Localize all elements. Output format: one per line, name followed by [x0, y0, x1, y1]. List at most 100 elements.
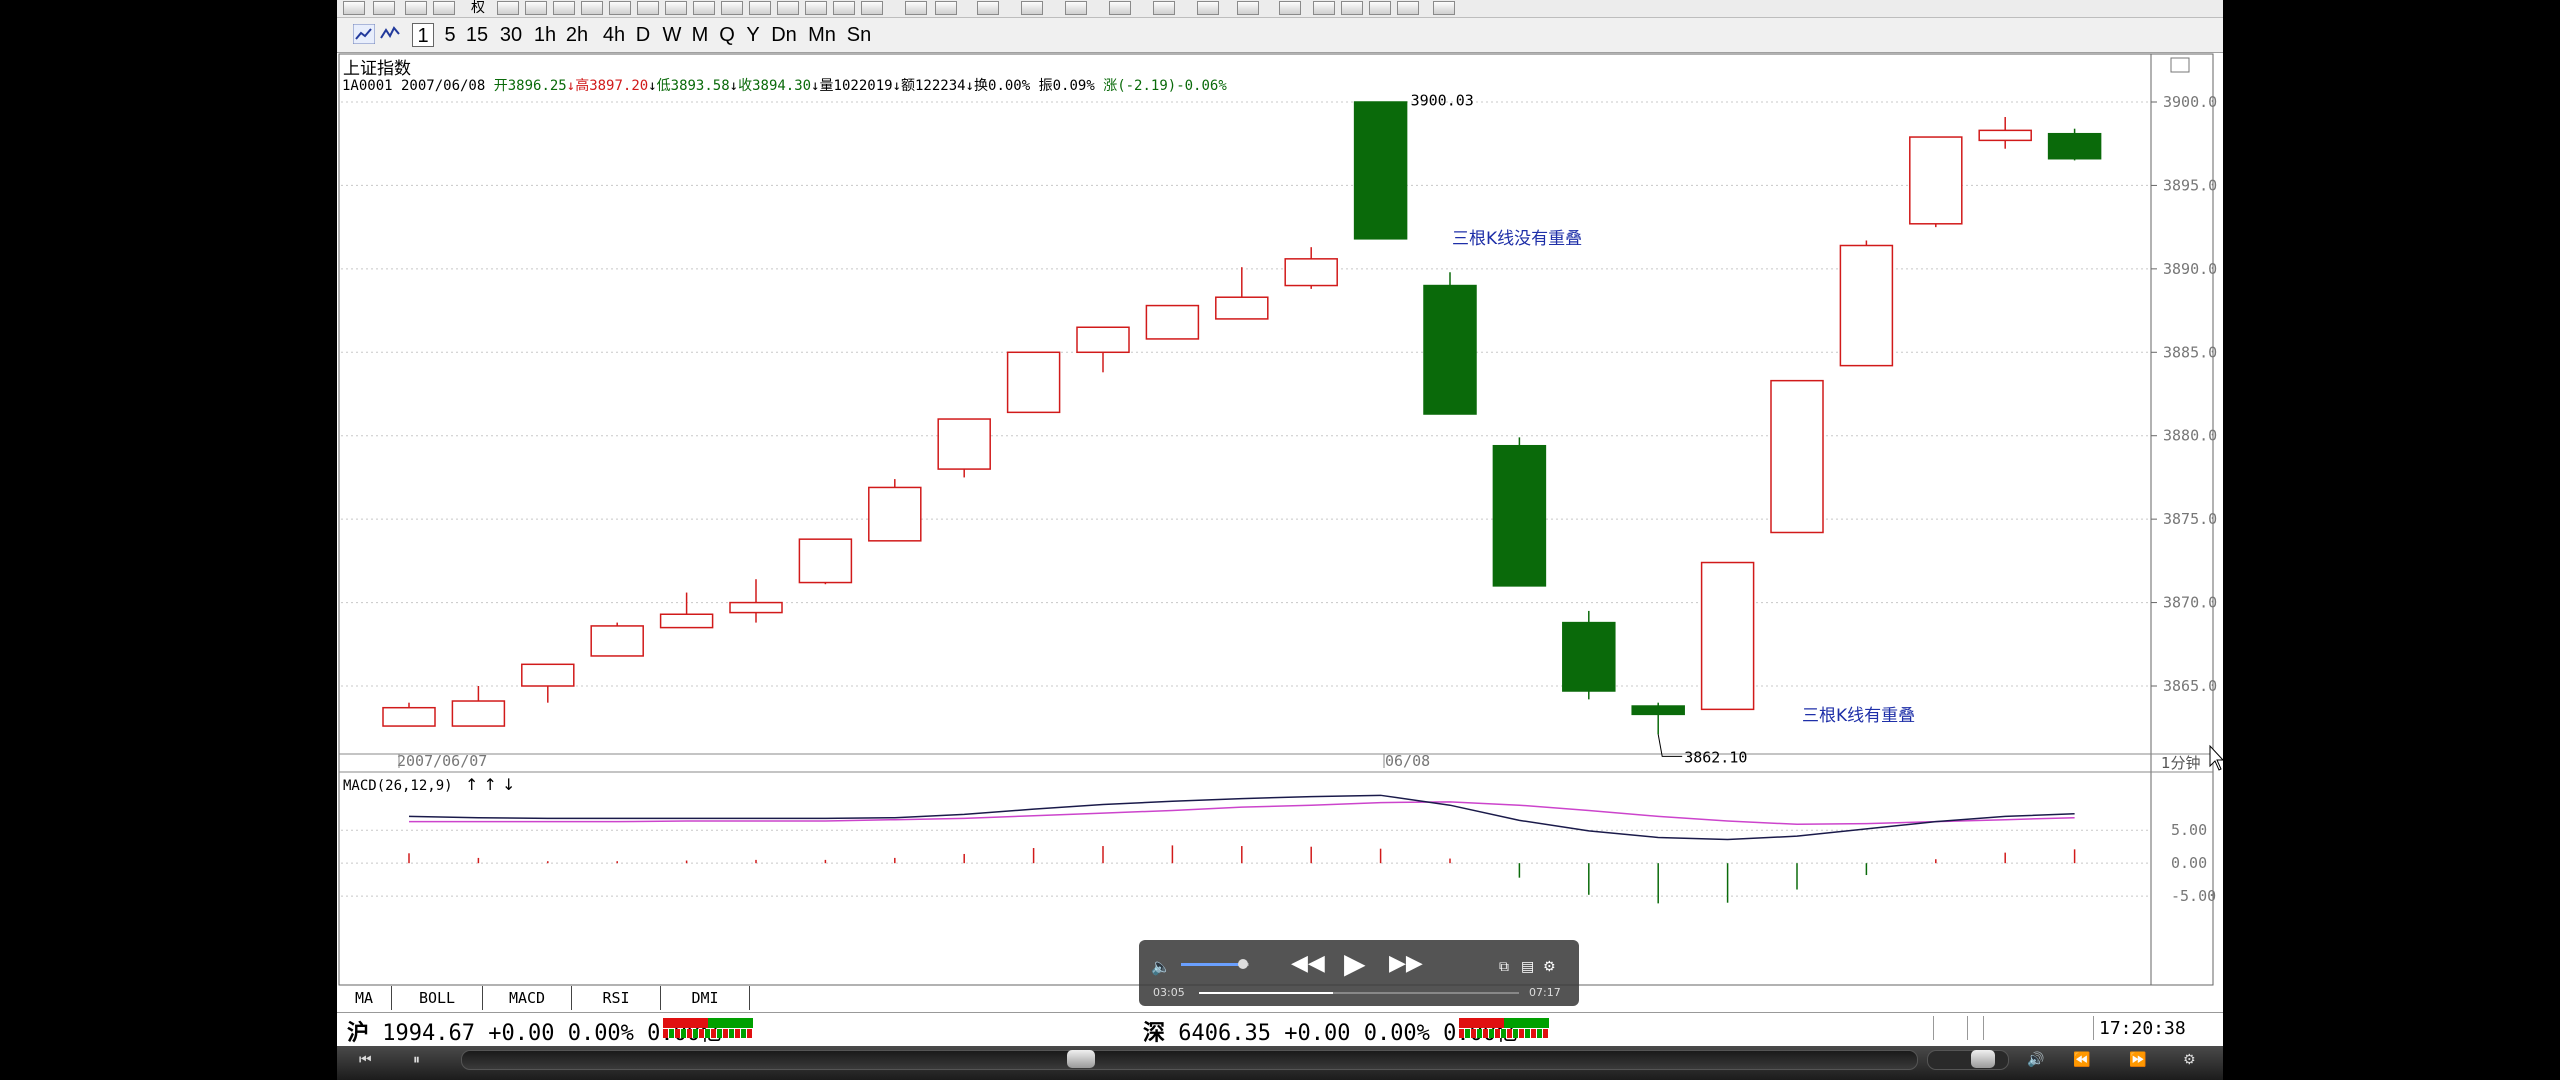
rewind-icon[interactable]: ⏪	[2073, 1052, 2090, 1068]
lock-icon[interactable]	[1369, 1, 1391, 15]
stack-icon[interactable]	[525, 1, 547, 15]
period-button-15[interactable]: 15	[462, 23, 492, 47]
period-button-y[interactable]: Y	[742, 23, 764, 47]
rewind-icon[interactable]: ◀◀	[1291, 953, 1325, 975]
speaker-icon[interactable]: 🔊	[2027, 1052, 2044, 1068]
tab-rsi[interactable]: RSI	[572, 986, 661, 1010]
text-icon[interactable]	[1279, 1, 1301, 15]
chart-icon[interactable]	[373, 1, 395, 15]
seek-track[interactable]	[461, 1050, 1918, 1070]
line-icon[interactable]	[935, 1, 957, 15]
tab-ma[interactable]: MA	[337, 986, 392, 1010]
candle-21	[1770, 379, 1824, 534]
cube-icon[interactable]	[609, 1, 631, 15]
price-chart[interactable]: 3900.0 3895.0 3890.0 3885.0 3880.0 3875.0 3870…	[337, 52, 2223, 987]
clock: 17:20:38	[2099, 1018, 2186, 1039]
code-date: 1A0001 2007/06/08	[342, 78, 486, 94]
period-button-d[interactable]: D	[632, 23, 654, 47]
period-button-30[interactable]: 30	[495, 23, 527, 47]
rights-menu[interactable]: 权	[471, 0, 485, 16]
layout-icon[interactable]	[833, 1, 855, 15]
file-icon[interactable]	[581, 1, 603, 15]
candle-body	[1423, 284, 1477, 415]
candle-body	[1770, 379, 1824, 534]
cursor-icon[interactable]	[905, 1, 927, 15]
period-button-q[interactable]: Q	[716, 23, 738, 47]
grid-icon[interactable]	[749, 1, 771, 15]
tab-dmi[interactable]: DMI	[661, 986, 750, 1010]
down-arrow-icon: ↓	[965, 78, 975, 94]
color-icon[interactable]	[497, 1, 519, 15]
macd-tick-label: -5.00	[2171, 887, 2216, 905]
period-button-w[interactable]: W	[660, 23, 684, 47]
candle-body	[1839, 244, 1894, 367]
tab-macd[interactable]: MACD	[483, 986, 572, 1010]
circle-icon[interactable]	[1237, 1, 1259, 15]
fast-forward-icon[interactable]: ⏩	[2129, 1052, 2146, 1068]
player-volume-knob[interactable]	[1238, 959, 1248, 969]
bell-icon[interactable]	[665, 1, 687, 15]
period-button-mn[interactable]: Mn	[804, 23, 840, 47]
period-label: 1分钟	[2161, 754, 2201, 772]
candle-body	[1284, 258, 1338, 287]
seek-handle[interactable]	[1067, 1050, 1095, 1068]
table-icon[interactable]	[777, 1, 799, 15]
brush-icon[interactable]	[1341, 1, 1363, 15]
skip-back-icon[interactable]: ⏮	[359, 1052, 372, 1068]
plus-icon[interactable]	[405, 1, 427, 15]
volume-track[interactable]	[1927, 1050, 2009, 1070]
chapters-icon[interactable]: ▤	[1521, 956, 1534, 978]
window-icon[interactable]	[805, 1, 827, 15]
channel-icon[interactable]	[1153, 1, 1175, 15]
candle-chart-icon[interactable]	[353, 24, 375, 44]
down-arrow-icon: ↓	[811, 78, 820, 94]
period-button-5[interactable]: 5	[440, 23, 460, 47]
period-button-dn[interactable]: Dn	[769, 23, 799, 47]
open-icon[interactable]	[343, 1, 365, 15]
status-divider	[1983, 1016, 1984, 1040]
pip-icon[interactable]: ⧉	[1499, 956, 1509, 978]
trend-icon[interactable]	[1065, 1, 1087, 15]
candle-body	[729, 601, 783, 614]
candle-6	[729, 579, 783, 623]
tools-icon[interactable]	[637, 1, 659, 15]
high-marker-label: 3900.03	[1411, 91, 1474, 109]
candle-body	[798, 538, 853, 584]
rectangle-icon[interactable]	[1197, 1, 1219, 15]
pause-icon[interactable]: ⏸	[413, 1052, 420, 1068]
period-button-1[interactable]: 1	[412, 23, 434, 47]
hline-icon[interactable]	[977, 1, 999, 15]
tab-boll[interactable]: BOLL	[392, 986, 483, 1010]
fast-forward-icon[interactable]: ▶▶	[1389, 953, 1423, 975]
price-tick-label: 3895.0	[2163, 176, 2217, 194]
gear-icon[interactable]: ⚙	[1543, 956, 1556, 978]
period-button-m[interactable]: M	[689, 23, 711, 47]
settings-icon[interactable]: ⚙	[2183, 1052, 2196, 1068]
period-button-sn[interactable]: Sn	[844, 23, 874, 47]
fan-icon[interactable]	[1109, 1, 1131, 15]
screen-icon[interactable]	[861, 1, 883, 15]
down-arrow-icon: ↓	[892, 78, 901, 94]
period-button-1h[interactable]: 1h	[531, 23, 559, 47]
period-button-4h[interactable]: 4h	[599, 23, 629, 47]
list-icon[interactable]	[721, 1, 743, 15]
volume-icon[interactable]: 🔈	[1151, 956, 1171, 978]
print-icon[interactable]	[433, 1, 455, 15]
bars-icon[interactable]	[1021, 1, 1043, 15]
candle-22	[1839, 240, 1894, 367]
sh-breadth-bar	[663, 1018, 753, 1038]
volume-handle[interactable]	[1971, 1050, 1995, 1068]
pencil-icon[interactable]	[693, 1, 715, 15]
play-icon[interactable]: ▶	[1344, 950, 1366, 978]
candle-9	[937, 418, 991, 478]
copy-icon[interactable]	[1313, 1, 1335, 15]
save-icon[interactable]	[1433, 1, 1455, 15]
down-arrow-icon: ↓	[729, 78, 739, 94]
sh-label: 沪	[347, 1021, 370, 1046]
macd-dif-line	[408, 794, 2075, 841]
line-chart-icon[interactable]	[379, 24, 401, 44]
palette-icon[interactable]	[1397, 1, 1419, 15]
date-label-left: 2007/06/07	[397, 752, 487, 770]
book-icon[interactable]	[553, 1, 575, 15]
period-button-2h[interactable]: 2h	[561, 23, 593, 47]
